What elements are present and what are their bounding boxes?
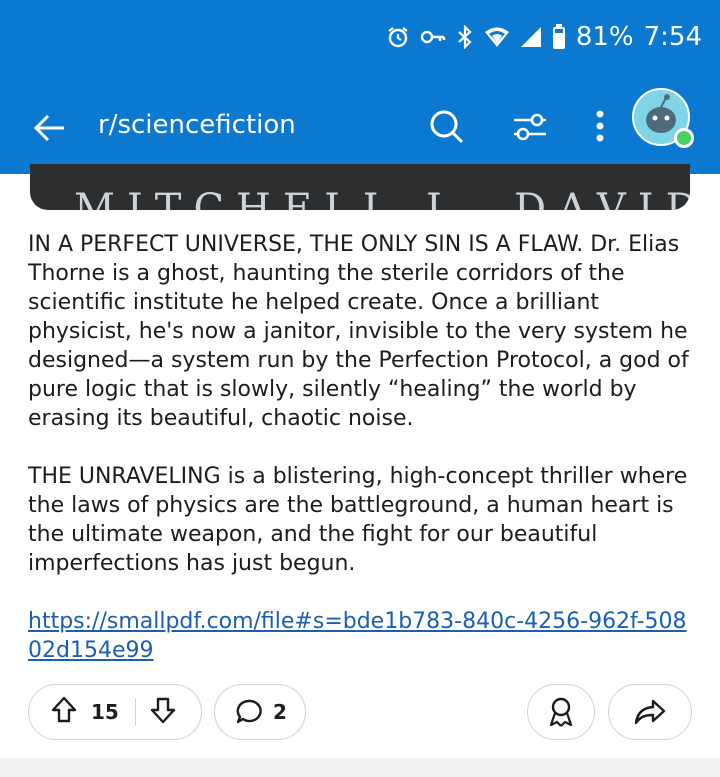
cover-author-text: MITCHELL L. DAVIDSON bbox=[74, 186, 690, 210]
filter-button[interactable] bbox=[508, 104, 552, 148]
post-paragraph-1: IN A PERFECT UNIVERSE, THE ONLY SIN IS A… bbox=[28, 232, 689, 431]
comment-count: 2 bbox=[273, 700, 287, 724]
downvote-button[interactable] bbox=[150, 696, 176, 729]
post-body: IN A PERFECT UNIVERSE, THE ONLY SIN IS A… bbox=[28, 230, 692, 694]
clock-time: 7:54 bbox=[643, 22, 702, 52]
filter-icon bbox=[514, 113, 546, 141]
comments-button[interactable]: 2 bbox=[214, 684, 306, 740]
more-options-button[interactable] bbox=[578, 104, 622, 148]
battery-icon bbox=[552, 24, 566, 50]
share-arrow-icon bbox=[634, 699, 666, 725]
status-bar: 81% 7:54 bbox=[0, 0, 720, 80]
downvote-arrow-icon bbox=[150, 697, 176, 723]
post-paragraph-2: THE UNRAVELING is a blistering, high-con… bbox=[28, 464, 688, 576]
battery-percent: 81% bbox=[575, 22, 634, 52]
post-image[interactable]: MITCHELL L. DAVIDSON bbox=[30, 164, 690, 210]
online-status-dot bbox=[674, 128, 694, 148]
upvote-button[interactable] bbox=[51, 696, 77, 729]
subreddit-title[interactable]: r/sciencefiction bbox=[98, 110, 296, 140]
share-button[interactable] bbox=[608, 684, 692, 740]
back-button[interactable] bbox=[28, 106, 72, 150]
more-vert-icon bbox=[596, 110, 604, 142]
vote-control: 15 bbox=[28, 684, 202, 740]
award-button[interactable] bbox=[527, 684, 595, 740]
cell-signal-icon bbox=[520, 26, 542, 48]
alarm-icon bbox=[386, 25, 410, 49]
comment-bubble-icon bbox=[236, 699, 262, 724]
feed-divider bbox=[0, 758, 720, 777]
upvote-arrow-icon bbox=[51, 696, 77, 722]
vote-divider bbox=[134, 698, 136, 726]
search-icon bbox=[430, 110, 464, 144]
back-arrow-icon bbox=[33, 114, 64, 142]
award-icon bbox=[549, 697, 573, 727]
post-content: MITCHELL L. DAVIDSON IN A PERFECT UNIVER… bbox=[0, 164, 720, 777]
app-bar: r/sciencefiction bbox=[0, 80, 720, 174]
search-button[interactable] bbox=[424, 104, 468, 148]
post-link[interactable]: https://smallpdf.com/file#s=bde1b783-840… bbox=[28, 609, 687, 663]
upvote-count: 15 bbox=[91, 700, 119, 724]
avatar[interactable] bbox=[632, 88, 694, 148]
post-actions: 15 2 bbox=[0, 682, 720, 742]
bluetooth-icon bbox=[456, 25, 474, 49]
vpn-key-icon bbox=[420, 27, 446, 47]
wifi-icon bbox=[484, 26, 510, 48]
